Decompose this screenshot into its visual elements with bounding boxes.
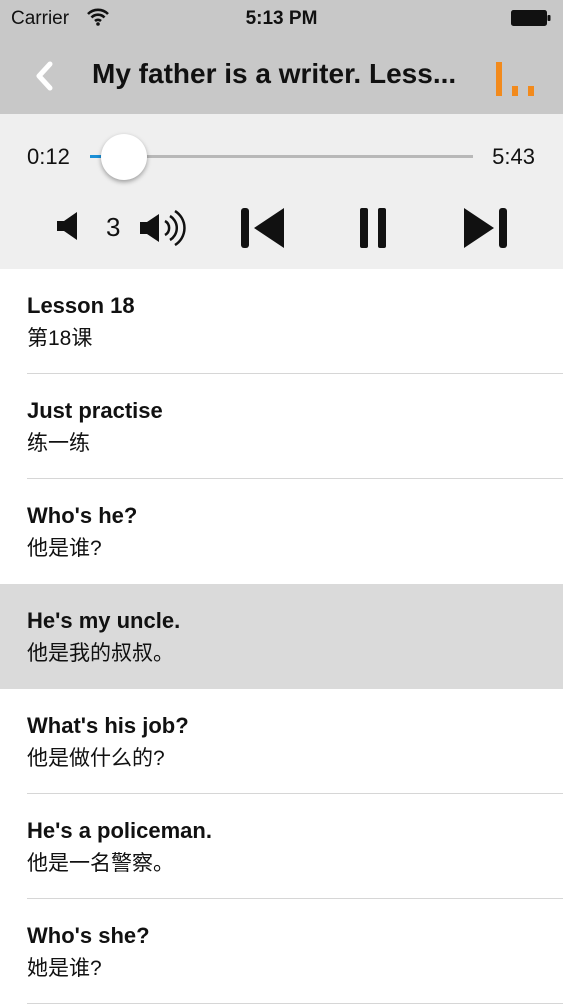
audio-player: 0:12 5:43 3: [0, 114, 563, 269]
progress-slider[interactable]: [90, 155, 473, 158]
sentence-row[interactable]: He's a policeman. 他是一名警察。: [0, 794, 563, 899]
sentence-english: Lesson 18: [27, 293, 135, 318]
sentence-english: He's a policeman.: [27, 818, 212, 843]
sentence-chinese: 第18课: [27, 327, 93, 350]
sentence-chinese: 他是做什么的?: [27, 747, 165, 770]
sentence-row[interactable]: What's his job? 他是做什么的?: [0, 689, 563, 794]
battery-icon: [511, 10, 551, 26]
sentence-list: Lesson 18 第18课 Just practise 练一练 Who's he? 他是…: [0, 269, 563, 1004]
audio-levels-icon[interactable]: [494, 60, 538, 96]
sentence-row[interactable]: Who's he? 他是谁?: [0, 479, 563, 584]
current-time: 0:12: [27, 144, 70, 169]
pause-icon[interactable]: [358, 206, 388, 250]
sentence-row[interactable]: Who's she? 她是谁?: [0, 899, 563, 1004]
status-time: 5:13 PM: [245, 8, 318, 29]
volume-up-icon[interactable]: [138, 210, 192, 246]
sentence-row[interactable]: Lesson 18 第18课: [0, 269, 563, 374]
next-sentence-icon[interactable]: [462, 206, 510, 250]
progress-slider-thumb[interactable]: [101, 134, 148, 180]
sentence-chinese: 她是谁?: [27, 957, 102, 980]
volume-down-icon[interactable]: [55, 210, 83, 242]
sentence-row[interactable]: He's my uncle. 他是我的叔叔。: [0, 584, 563, 689]
back-chevron-icon[interactable]: [30, 58, 60, 94]
lesson-title: My father is a writer. Less...: [92, 58, 457, 89]
total-duration: 5:43: [492, 144, 535, 169]
sentence-english: Who's she?: [27, 923, 150, 948]
sentence-english: Who's he?: [27, 503, 138, 528]
sentence-english: He's my uncle.: [27, 608, 181, 633]
sentence-chinese: 他是我的叔叔。: [27, 642, 174, 665]
sentence-english: Just practise: [27, 398, 163, 423]
sentence-row[interactable]: Just practise 练一练: [0, 374, 563, 479]
sentence-chinese: 他是谁?: [27, 537, 102, 560]
status-bar: Carrier 5:13 PM: [0, 0, 563, 38]
volume-level: 3: [106, 212, 121, 242]
sentence-english: What's his job?: [27, 713, 189, 738]
previous-sentence-icon[interactable]: [238, 206, 286, 250]
sentence-chinese: 他是一名警察。: [27, 852, 174, 875]
navigation-bar: My father is a writer. Less...: [0, 38, 563, 114]
sentence-chinese: 练一练: [27, 432, 90, 455]
